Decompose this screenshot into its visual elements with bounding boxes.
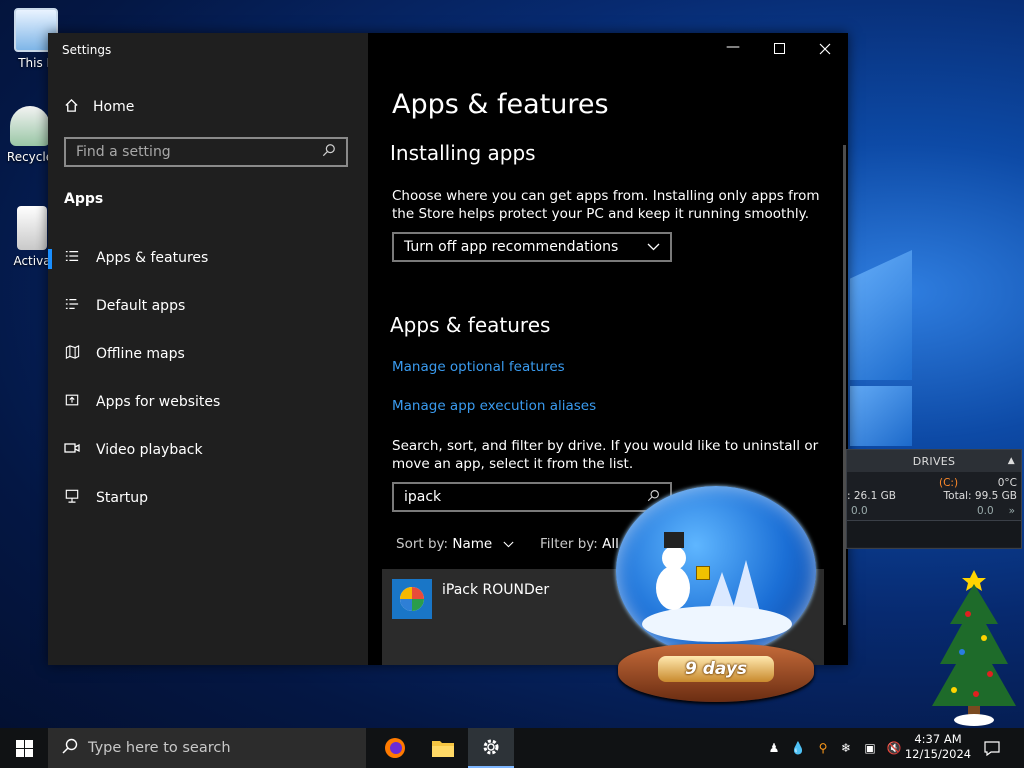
installing-apps-heading: Installing apps <box>390 141 536 165</box>
windows-logo-pane-bottom <box>850 386 912 446</box>
countdown-label: 9 days <box>658 656 774 682</box>
install-source-dropdown[interactable]: Turn off app recommendations <box>392 232 672 262</box>
sidebar-item-apps-features[interactable]: Apps & features <box>48 243 368 273</box>
folder-icon <box>432 741 454 757</box>
top-hat <box>664 532 684 548</box>
snowman-head <box>662 546 686 570</box>
chevron-down-icon <box>647 240 660 254</box>
taskbar: Type here to search ♟ 💧 ⚲ ❄ ▣ 🔇 4:37 AM … <box>0 728 1024 768</box>
manage-app-execution-aliases-link[interactable]: Manage app execution aliases <box>392 398 596 414</box>
drives-header: DRIVES ▲ <box>847 450 1021 472</box>
sidebar-item-startup[interactable]: Startup <box>48 483 368 513</box>
sidebar: Settings Home Find a setting Apps Apps &… <box>48 33 368 665</box>
maximize-button[interactable] <box>756 39 802 61</box>
snow-globe-countdown[interactable]: 9 days <box>612 486 822 704</box>
sidebar-item-default-apps[interactable]: Default apps <box>48 291 368 321</box>
app-name: iPack ROUNDer <box>442 582 550 598</box>
start-button[interactable] <box>0 728 48 768</box>
nav-home[interactable]: Home <box>64 97 134 117</box>
sidebar-item-video-playback[interactable]: Video playback <box>48 435 368 465</box>
network-tray-icon[interactable]: ▣ <box>860 728 880 768</box>
collapse-arrow-icon[interactable]: ▲ <box>1008 456 1015 466</box>
drives-gadget: DRIVES ▲ (C:) 0°C : 26.1 GB Total: 99.5 … <box>846 449 1022 549</box>
installing-apps-description: Choose where you can get apps from. Inst… <box>392 188 820 222</box>
firefox-icon <box>385 738 405 758</box>
scrollbar[interactable] <box>843 145 846 625</box>
sidebar-item-offline-maps[interactable]: Offline maps <box>48 339 368 369</box>
drive-write-rate: 0.0 <box>977 505 994 517</box>
clock-time: 4:37 AM <box>914 732 962 746</box>
drive-read-rate: 0.0 <box>851 505 868 517</box>
magnifier-tray-icon[interactable]: ⚲ <box>812 728 834 768</box>
snowman-icon <box>656 566 690 610</box>
video-icon <box>64 442 80 458</box>
folder-zip-icon <box>17 206 47 250</box>
snowy-tree-icon <box>732 560 760 612</box>
firefox-taskbar-button[interactable] <box>372 728 418 768</box>
chevron-down-icon <box>497 536 514 552</box>
sort-by-dropdown[interactable]: Sort by: Name <box>396 536 514 552</box>
christmas-tree-gadget[interactable] <box>928 564 1020 728</box>
default-apps-icon <box>64 297 80 315</box>
gear-icon <box>483 739 499 755</box>
list-icon <box>64 249 80 267</box>
expand-icon[interactable]: » <box>1009 505 1015 517</box>
people-tray-icon[interactable]: ♟ <box>764 728 784 768</box>
volume-muted-icon[interactable]: 🔇 <box>884 728 904 768</box>
startup-icon <box>64 489 80 507</box>
drive-letter: (C:) <box>939 477 959 489</box>
drive-temperature: 0°C <box>997 477 1017 489</box>
settings-taskbar-button[interactable] <box>468 728 514 768</box>
home-icon <box>64 98 79 117</box>
gift-icon <box>696 566 710 580</box>
file-explorer-taskbar-button[interactable] <box>420 728 466 768</box>
snow-ground <box>642 606 792 642</box>
page-title: Apps & features <box>392 89 609 120</box>
water-drop-tray-icon[interactable]: 💧 <box>788 728 808 768</box>
snowflake-tray-icon[interactable]: ❄ <box>836 728 856 768</box>
windows-logo-icon <box>15 739 33 757</box>
manage-optional-features-link[interactable]: Manage optional features <box>392 359 565 375</box>
map-icon <box>64 345 80 363</box>
taskbar-search-box[interactable]: Type here to search <box>48 728 366 768</box>
minimize-button[interactable]: — <box>710 39 756 61</box>
recycle-bin-icon <box>10 106 50 146</box>
drive-total: Total: 99.5 GB <box>943 490 1017 502</box>
window-title: Settings <box>62 43 112 57</box>
section-label-apps: Apps <box>64 191 104 207</box>
drive-activity-graph <box>847 520 1021 547</box>
search-icon <box>322 143 336 161</box>
clock-date: 12/15/2024 <box>904 747 972 761</box>
close-button[interactable] <box>802 39 848 61</box>
search-sort-description: Search, sort, and filter by drive. If yo… <box>392 438 819 472</box>
find-setting-input[interactable]: Find a setting <box>64 137 348 167</box>
drive-used: : 26.1 GB <box>847 490 896 502</box>
ipack-rounder-app-icon <box>392 579 432 619</box>
taskbar-clock[interactable]: 4:37 AM 12/15/2024 <box>904 732 972 762</box>
link-box-icon <box>64 393 80 411</box>
apps-features-heading: Apps & features <box>390 313 551 337</box>
sidebar-item-apps-for-websites[interactable]: Apps for websites <box>48 387 368 417</box>
search-icon <box>62 738 78 758</box>
notifications-icon[interactable] <box>978 728 1006 768</box>
windows-logo-pane-top <box>850 250 912 380</box>
